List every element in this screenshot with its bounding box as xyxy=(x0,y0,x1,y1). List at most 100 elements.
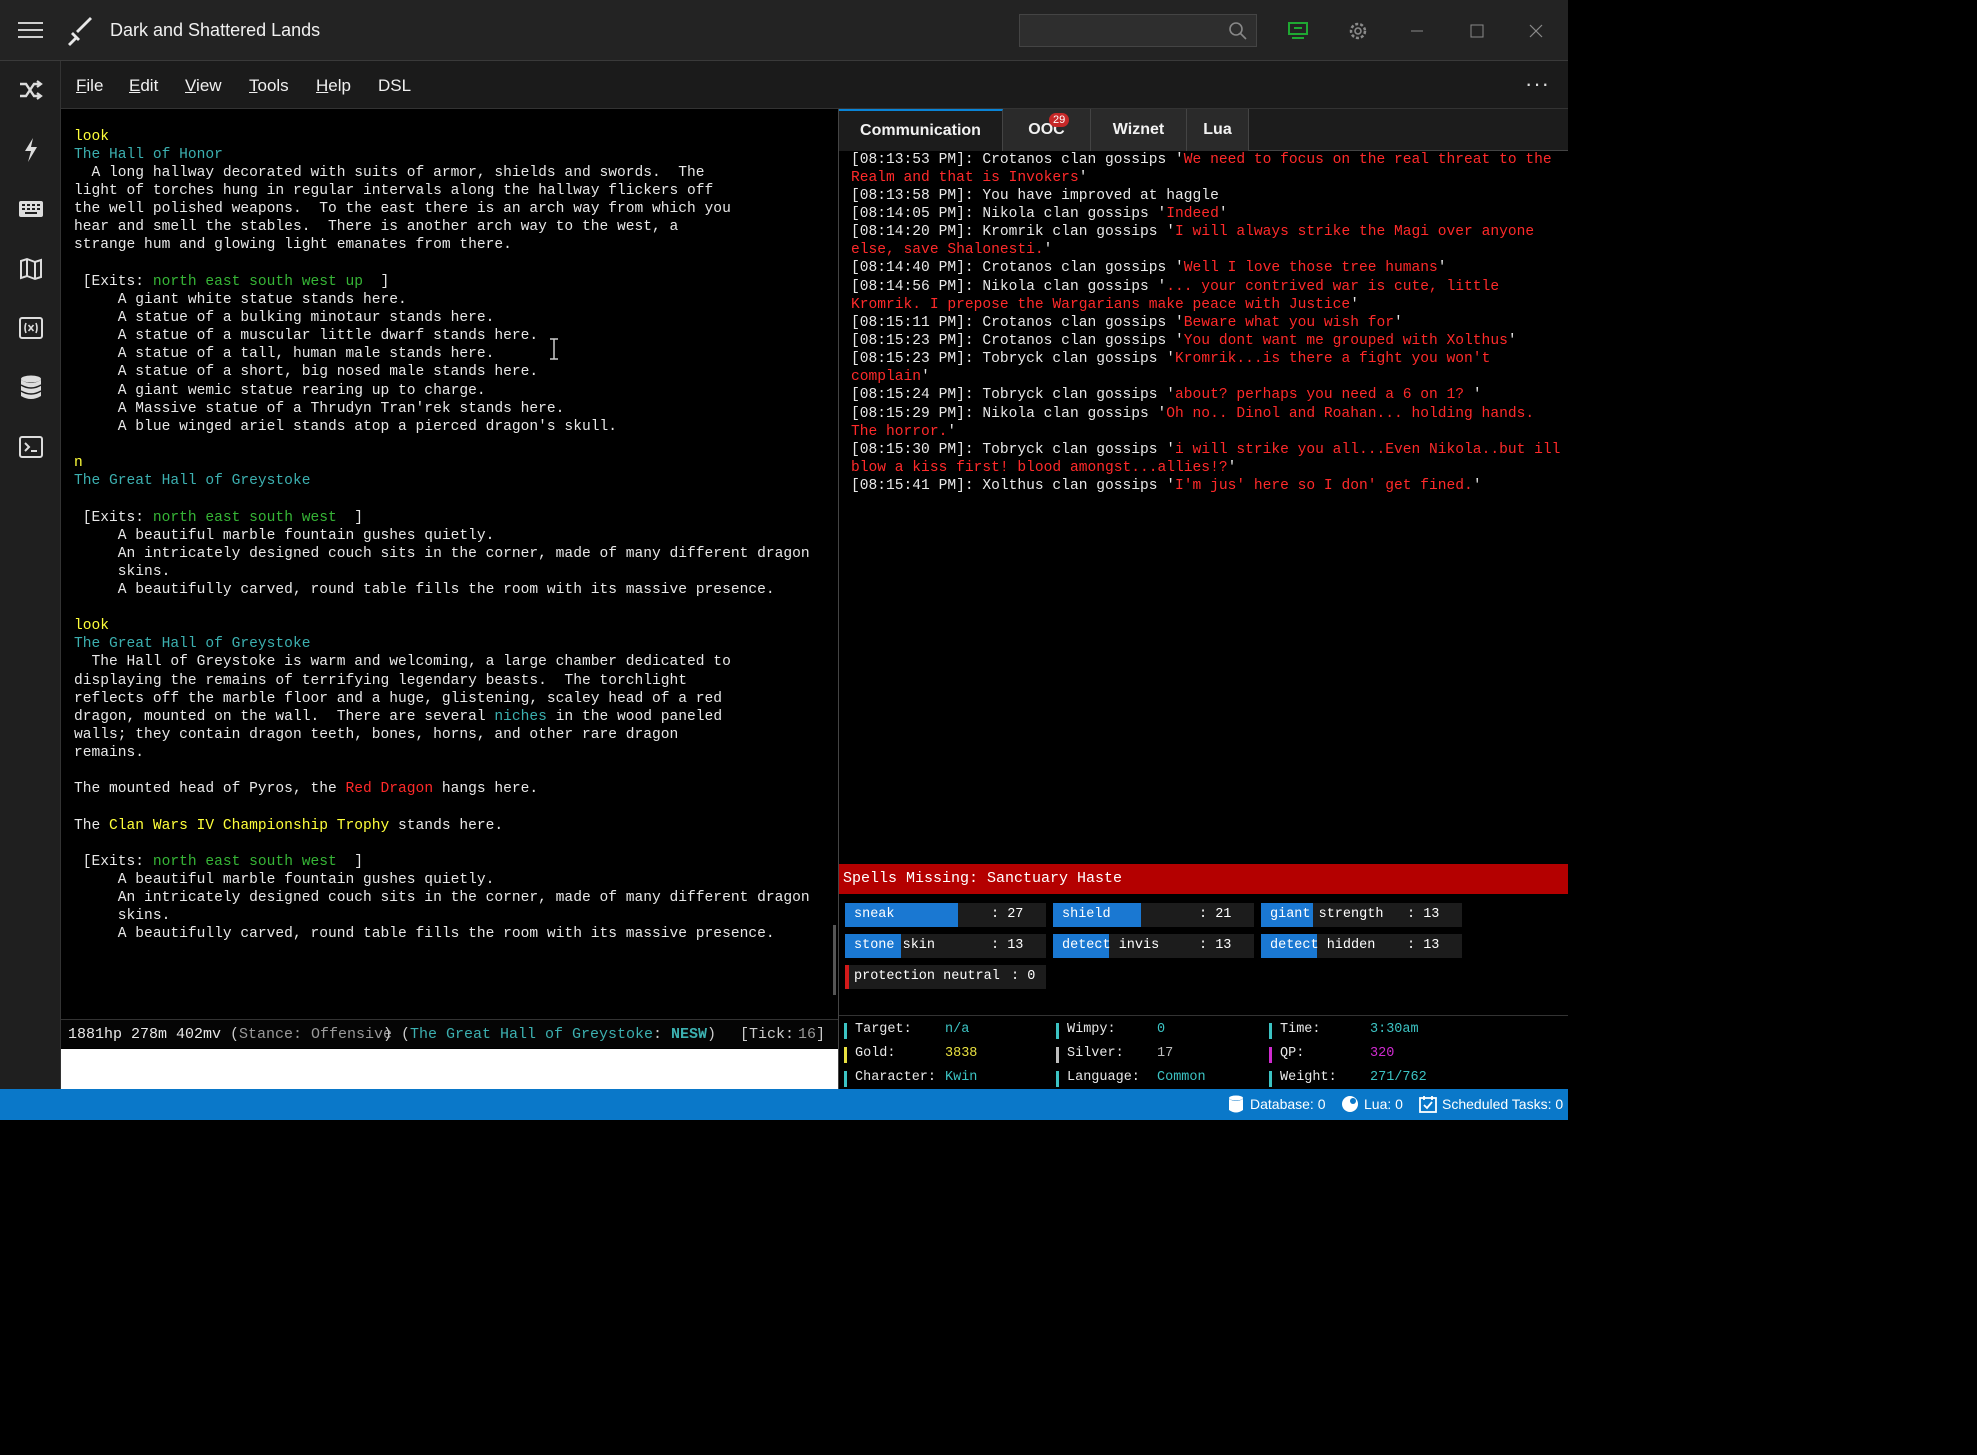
menu-help[interactable]: Help xyxy=(316,76,351,96)
unread-count-badge: 29 xyxy=(1049,113,1070,127)
lua-moon-icon xyxy=(1342,1096,1358,1112)
chat-line: [08:15:23 PM]: Tobryck clan gossips 'Kro… xyxy=(851,351,1491,367)
terminal-line: A beautiful marble fountain gushes quiet… xyxy=(74,528,495,544)
terminal-line: skins. xyxy=(74,564,171,580)
tick-value: 16 xyxy=(798,1026,817,1043)
terminal-line: strange hum and glowing light emanates f… xyxy=(74,237,512,253)
chat-line: Kromrik. I prepose the Wargarians make p… xyxy=(851,297,1359,313)
terminal-line: reflects off the marble floor and a huge… xyxy=(74,691,723,707)
sword-logo-icon xyxy=(68,17,92,46)
chat-line: [08:13:53 PM]: Crotanos clan gossips 'We… xyxy=(851,152,1552,168)
status-lua[interactable]: Lua: 0 xyxy=(1364,1096,1403,1112)
chat-line: [08:14:56 PM]: Nikola clan gossips '... … xyxy=(851,279,1500,295)
variables-icon[interactable] xyxy=(17,314,45,342)
lightning-icon[interactable] xyxy=(17,136,45,164)
terminal-line: hear and smell the stables. There is ano… xyxy=(74,219,679,235)
menu-tools[interactable]: Tools xyxy=(249,76,289,96)
search-input[interactable] xyxy=(1019,14,1257,47)
menu-file[interactable]: File xyxy=(76,76,103,96)
affect-protection-neutral: protection neutral: 0 xyxy=(845,965,1046,989)
affect-giant-strength: giant strength: 13 xyxy=(1261,903,1462,927)
minimize-icon[interactable] xyxy=(1403,17,1431,45)
terminal-line: dragon, mounted on the wall. There are s… xyxy=(74,709,723,725)
terminal-line: The Clan Wars IV Championship Trophy sta… xyxy=(74,818,504,834)
gear-icon[interactable] xyxy=(1344,17,1372,45)
menu-dsl[interactable]: DSL xyxy=(378,76,411,96)
terminal-line: look xyxy=(74,129,110,145)
chat-line: [08:15:30 PM]: Tobryck clan gossips 'i w… xyxy=(851,442,1561,458)
affect-stone-skin: stone skin: 13 xyxy=(845,934,1046,958)
monitor-icon[interactable] xyxy=(1284,17,1312,45)
text-cursor-icon xyxy=(550,338,558,360)
room-directions: NESW xyxy=(662,1026,708,1043)
database-icon[interactable] xyxy=(17,374,45,402)
chat-line: The horror.' xyxy=(851,424,957,440)
chat-line: [08:15:23 PM]: Crotanos clan gossips 'Yo… xyxy=(851,333,1517,349)
terminal-line: displaying the remains of terrifying leg… xyxy=(74,673,688,689)
room-name: The Great Hall of Greystoke xyxy=(74,473,311,489)
terminal-line: The mounted head of Pyros, the Red Drago… xyxy=(74,781,539,797)
affect-shield: shield: 21 xyxy=(1053,903,1254,927)
exits-line: [Exits: north east south west ] xyxy=(74,510,364,526)
title-bar: Dark and Shattered Lands xyxy=(0,0,1568,61)
spells-missing-banner: Spells Missing: Sanctuary Haste xyxy=(839,864,1568,894)
status-bar: Database: 0 Lua: 0 Scheduled Tasks: 0 xyxy=(0,1089,1568,1120)
app-title: Dark and Shattered Lands xyxy=(110,20,321,40)
affect-sneak: sneak: 27 xyxy=(845,903,1046,927)
tab-communication[interactable]: Communication xyxy=(839,109,1003,151)
chat-line: blow a kiss first! blood amongst...allie… xyxy=(851,460,1237,476)
character-stats: Target: n/a Wimpy: 0 Time: 3:30am Gold: 3838… xyxy=(839,1015,1568,1089)
terminal-line: A Massive statue of a Thrudyn Tran'rek s… xyxy=(74,401,565,417)
terminal-line: An intricately designed couch sits in th… xyxy=(74,546,810,562)
exits-line: [Exits: north east south west up ] xyxy=(74,274,390,290)
menu-view[interactable]: View xyxy=(185,76,222,96)
terminal-line: the well polished weapons. To the east t… xyxy=(74,201,731,217)
terminal-line: A giant white statue stands here. xyxy=(74,292,407,308)
terminal-line: n xyxy=(74,455,83,471)
chat-line: complain' xyxy=(851,369,930,385)
terminal-scrollbar[interactable] xyxy=(833,925,836,995)
terminal-line: A beautifully carved, round table fills … xyxy=(74,926,775,942)
terminal-line: A giant wemic statue rearing up to charg… xyxy=(74,383,486,399)
terminal-line: A statue of a bulking minotaur stands he… xyxy=(74,310,495,326)
database-icon xyxy=(1229,1095,1243,1113)
chat-line: else, save Shalonesti.' xyxy=(851,242,1053,258)
calendar-check-icon xyxy=(1419,1096,1437,1113)
terminal-line: An intricately designed couch sits in th… xyxy=(74,890,810,906)
current-room: The Great Hall of Greystoke xyxy=(410,1026,654,1043)
menu-bar: File Edit View Tools Help DSL ··· xyxy=(61,61,1568,109)
hamburger-menu-icon[interactable] xyxy=(18,22,43,40)
terminal-line: remains. xyxy=(74,745,145,761)
stance-value: Offensive xyxy=(311,1026,393,1043)
chat-line: [08:15:11 PM]: Crotanos clan gossips 'Be… xyxy=(851,315,1403,331)
terminal-line: A statue of a short, big nosed male stan… xyxy=(74,364,539,380)
chat-line: [08:14:20 PM]: Kromrik clan gossips 'I w… xyxy=(851,224,1535,240)
map-icon[interactable] xyxy=(17,255,45,283)
terminal-line: A statue of a tall, human male stands he… xyxy=(74,346,495,362)
terminal-line: walls; they contain dragon teeth, bones,… xyxy=(74,727,679,743)
menu-edit[interactable]: Edit xyxy=(129,76,158,96)
command-input[interactable] xyxy=(61,1049,838,1089)
maximize-icon[interactable] xyxy=(1463,17,1491,45)
exits-line: [Exits: north east south west ] xyxy=(74,854,364,870)
terminal-icon[interactable] xyxy=(17,433,45,461)
chat-line: Realm and that is Invokers' xyxy=(851,170,1088,186)
terminal-line: light of torches hung in regular interva… xyxy=(74,183,714,199)
close-icon[interactable] xyxy=(1522,17,1550,45)
terminal-line: The Hall of Greystoke is warm and welcom… xyxy=(74,654,731,670)
keyboard-icon[interactable] xyxy=(17,195,45,223)
tab-ooc[interactable]: OOC 29 xyxy=(1003,109,1091,151)
chat-line: [08:15:24 PM]: Tobryck clan gossips 'abo… xyxy=(851,387,1482,403)
status-scheduled-tasks[interactable]: Scheduled Tasks: 0 xyxy=(1442,1096,1563,1112)
prompt-status-line: 1881hp 278m 402mv ( Stance: Offensive ) … xyxy=(61,1019,838,1048)
tab-lua[interactable]: Lua xyxy=(1187,109,1249,151)
terminal-line: look xyxy=(74,618,110,634)
game-output-terminal[interactable]: look The Hall of Honor A long hallway de… xyxy=(61,109,838,1019)
status-database[interactable]: Database: 0 xyxy=(1250,1096,1326,1112)
tab-wiznet[interactable]: Wiznet xyxy=(1091,109,1187,151)
more-options-icon[interactable]: ··· xyxy=(1525,71,1550,97)
affects-panel: sneak: 27 shield: 21 giant strength: 13 … xyxy=(839,894,1568,1015)
left-sidebar xyxy=(0,61,61,1090)
communication-log[interactable]: [08:13:53 PM]: Crotanos clan gossips 'We… xyxy=(839,151,1568,864)
shuffle-icon[interactable] xyxy=(17,76,45,104)
